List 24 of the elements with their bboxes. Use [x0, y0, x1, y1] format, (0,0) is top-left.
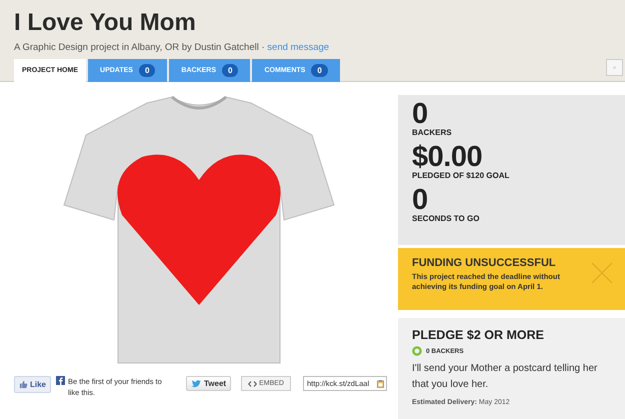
code-icon — [248, 380, 258, 386]
clipboard-icon — [377, 378, 384, 388]
stat-value: 0 — [412, 187, 428, 214]
cross-icon — [591, 262, 613, 284]
reward-description: I'll send your Mother a postcard telling her that you love her. — [412, 362, 598, 392]
count-badge: 0 — [222, 64, 238, 77]
facebook-icon — [56, 376, 66, 385]
stat-value: 0 — [412, 101, 428, 128]
bird-icon — [191, 380, 202, 388]
reward-title: PLEDGE $2 OR MORE — [412, 328, 545, 342]
stat-label: PLEDGED OF $120 GOAL — [412, 171, 510, 180]
notice-title: FUNDING UNSUCCESSFUL — [412, 257, 557, 269]
count-badge: 0 — [311, 64, 328, 77]
project-title: I Love You Mom — [14, 8, 197, 38]
badge-icon — [412, 346, 422, 356]
like-button[interactable]: Like — [14, 376, 52, 393]
thumbs-up-icon — [19, 380, 28, 389]
stat-value: $0.00 — [412, 144, 482, 171]
stat-label: SECONDS TO GO — [412, 214, 480, 223]
stat-label: BACKERS — [412, 128, 453, 137]
star-button[interactable] — [606, 59, 623, 76]
tweet-button[interactable]: Tweet — [186, 376, 232, 391]
count-badge: 0 — [138, 64, 156, 77]
project-byline: A Graphic Design project in Albany, OR by Dustin Gatchell · send message — [14, 42, 330, 53]
